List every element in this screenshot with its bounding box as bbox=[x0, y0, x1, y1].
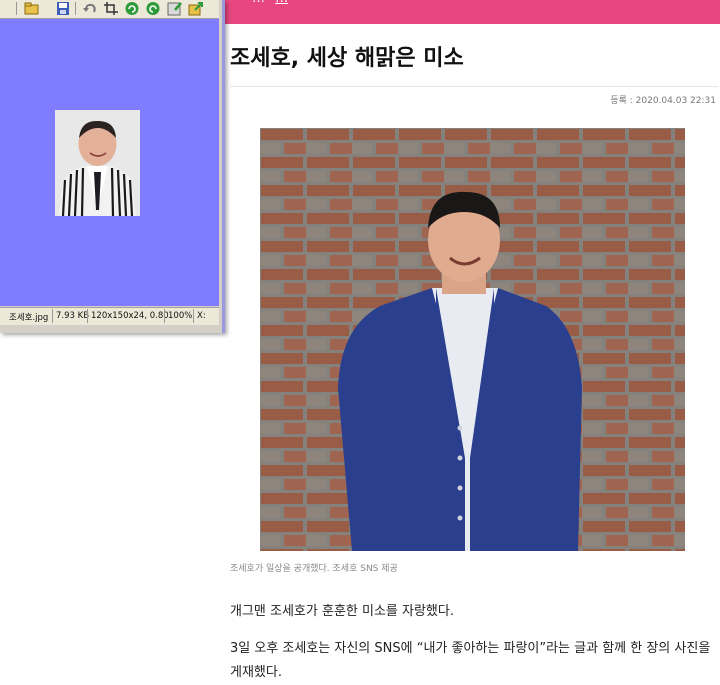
article-page: … … 조세호, 세상 해맑은 미소 등록 : 2020.04.03 22:31 bbox=[222, 0, 720, 685]
status-coordinates: X: bbox=[197, 311, 206, 321]
status-dimensions: 120x150x24, 0.80 bbox=[91, 311, 169, 321]
banner-link[interactable]: … bbox=[275, 0, 288, 6]
undo-icon[interactable] bbox=[82, 1, 98, 16]
save-icon[interactable] bbox=[55, 1, 71, 16]
top-banner: … … bbox=[222, 0, 720, 24]
thumbnail-image bbox=[55, 110, 140, 216]
viewer-statusbar: 조세호.jpg 7.93 KB 120x150x24, 0.80 100% X: bbox=[0, 307, 219, 325]
status-filesize: 7.93 KB bbox=[56, 311, 90, 321]
article-paragraph: 개그맨 조세호가 훈훈한 미소를 자랑했다. bbox=[230, 604, 454, 619]
export-icon[interactable] bbox=[188, 1, 204, 16]
zoom-icon[interactable] bbox=[167, 1, 183, 16]
photo-caption: 조세호가 일상을 공개했다. 조세호 SNS 제공 bbox=[230, 564, 398, 574]
open-folder-icon[interactable] bbox=[24, 1, 40, 16]
article-photo bbox=[260, 128, 685, 551]
status-filename: 조세호.jpg bbox=[9, 313, 49, 323]
article-dateline: 등록 : 2020.04.03 22:31 bbox=[610, 96, 716, 106]
toolbar-separator bbox=[75, 2, 76, 15]
banner-text: … bbox=[252, 0, 265, 6]
rotate-right-icon[interactable] bbox=[145, 1, 161, 16]
viewer-toolbar bbox=[0, 0, 219, 19]
article-paragraph: 3일 오후 조세호는 자신의 SNS에 “내가 좋아하는 파랑이”라는 글과 함… bbox=[230, 641, 711, 680]
rotate-left-icon[interactable] bbox=[124, 1, 140, 16]
status-zoom: 100% bbox=[168, 311, 193, 321]
toolbar-separator bbox=[16, 2, 17, 15]
crop-icon[interactable] bbox=[103, 1, 119, 16]
title-divider bbox=[230, 86, 718, 87]
viewer-canvas bbox=[0, 19, 219, 306]
image-viewer-window: 조세호.jpg 7.93 KB 120x150x24, 0.80 100% X: bbox=[0, 0, 225, 333]
article-title: 조세호, 세상 해맑은 미소 bbox=[230, 46, 464, 71]
